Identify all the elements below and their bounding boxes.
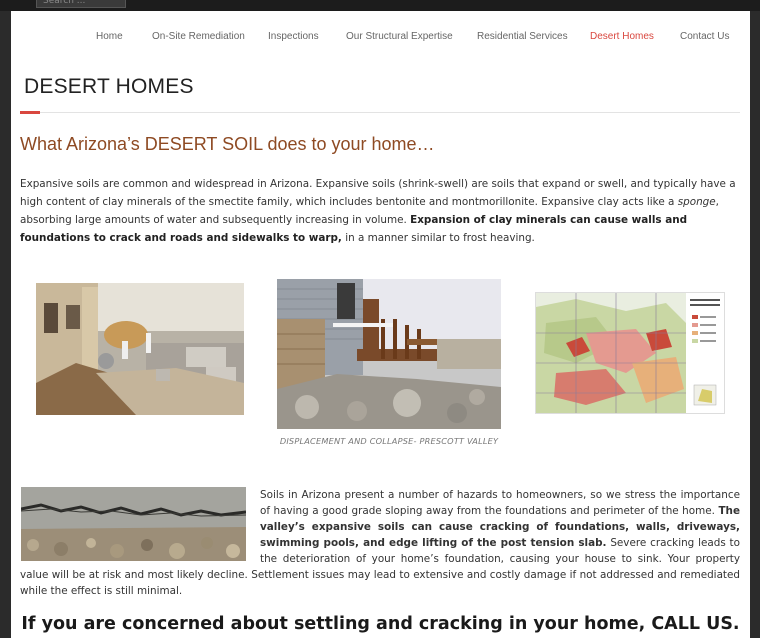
- call-to-action: If you are concerned about settling and …: [21, 614, 740, 634]
- nav-residential-services[interactable]: Residential Services: [477, 31, 568, 42]
- title-divider: [20, 112, 740, 113]
- section-headline: What Arizona’s DESERT SOIL does to your …: [20, 134, 435, 154]
- main-nav: Home On-Site Remediation Inspections Our…: [11, 31, 750, 45]
- nav-home[interactable]: Home: [96, 31, 123, 42]
- deck-displacement-photo: [277, 279, 501, 429]
- page-title: DESERT HOMES: [24, 75, 194, 98]
- photo-caption: DISPLACEMENT AND COLLAPSE- PRESCOTT VALL…: [279, 436, 499, 446]
- soil-map-image: [535, 292, 725, 414]
- page-content: Home On-Site Remediation Inspections Our…: [11, 11, 750, 638]
- nav-structural-expertise[interactable]: Our Structural Expertise: [346, 31, 453, 42]
- nav-desert-homes[interactable]: Desert Homes: [590, 31, 654, 42]
- hazards-paragraph: Soils in Arizona present a number of haz…: [20, 489, 740, 597]
- top-bar: Search ...: [0, 0, 760, 11]
- intro-paragraph: Expansive soils are common and widesprea…: [20, 178, 736, 244]
- nav-contact-us[interactable]: Contact Us: [680, 31, 729, 42]
- nav-inspections[interactable]: Inspections: [268, 31, 319, 42]
- nav-on-site-remediation[interactable]: On-Site Remediation: [152, 31, 245, 42]
- construction-site-photo: [36, 283, 244, 415]
- search-input[interactable]: Search ...: [36, 0, 126, 8]
- title-accent-bar: [20, 111, 40, 114]
